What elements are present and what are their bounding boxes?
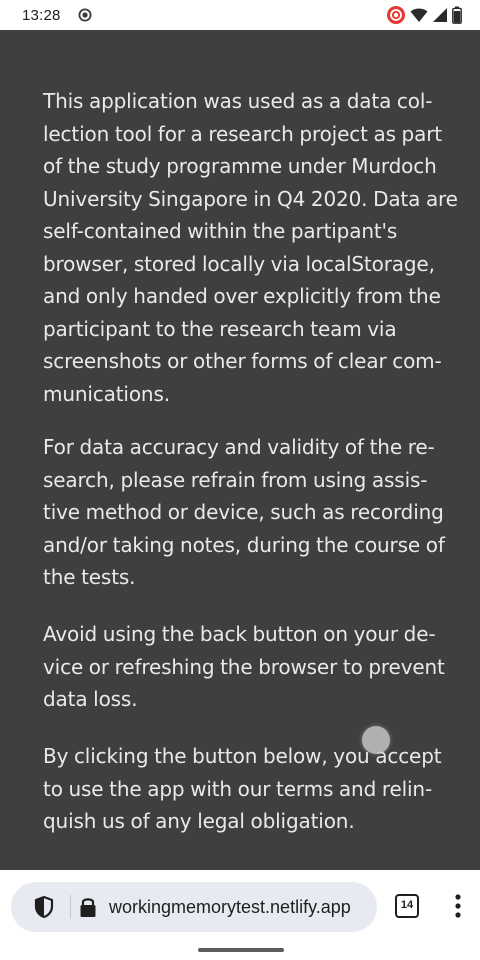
text-line: screenshots or other forms of clear com- xyxy=(43,349,442,373)
text-line: and only handed over explicitly from the xyxy=(43,284,441,308)
text-line: the tests. xyxy=(43,565,136,589)
text-line: lection tool for a research project as p… xyxy=(43,121,442,146)
back-button-paragraph: Avoid using the back button on your de-v… xyxy=(43,618,445,716)
text-line: and/or taking notes, during the course o… xyxy=(43,532,445,557)
text-line: self-contained within the partipant's xyxy=(43,219,398,243)
gesture-handle[interactable] xyxy=(198,948,284,952)
text-line: of the study programme under Murdoch xyxy=(43,154,437,178)
battery-icon xyxy=(452,6,462,24)
lock-icon[interactable] xyxy=(77,895,99,919)
text-line: browser, stored locally via localStorage… xyxy=(43,251,435,276)
signal-icon xyxy=(432,7,448,23)
intro-paragraph: This application was used as a data col-… xyxy=(43,85,458,410)
terms-paragraph: By clicking the button below, you accept… xyxy=(43,740,442,838)
accuracy-paragraph: For data accuracy and validity of the re… xyxy=(43,431,445,594)
system-nav-bar xyxy=(0,944,480,960)
address-bar[interactable]: workingmemorytest.netlify.app xyxy=(11,882,377,932)
touch-indicator xyxy=(362,726,390,754)
text-line: vice or refreshing the browser to preven… xyxy=(43,654,445,679)
text-line: University Singapore in Q4 2020. Data ar… xyxy=(43,186,458,211)
more-vert-icon[interactable] xyxy=(448,892,468,920)
text-line: For data accuracy and validity of the re… xyxy=(43,435,435,459)
text-line: data loss. xyxy=(43,687,138,711)
text-line: Avoid using the back button on your de- xyxy=(43,622,436,646)
text-line: tive method or device, such as recording xyxy=(43,500,444,524)
screen-record-icon xyxy=(78,8,92,22)
url-text[interactable]: workingmemorytest.netlify.app xyxy=(109,895,351,919)
status-time: 13:28 xyxy=(22,7,61,24)
text-line: This application was used as a data col- xyxy=(43,89,433,113)
shield-icon[interactable] xyxy=(31,894,57,920)
wifi-icon xyxy=(410,7,428,23)
browser-toolbar: workingmemorytest.netlify.app 14 xyxy=(0,870,480,944)
text-line: quish us of any legal obligation. xyxy=(43,809,355,833)
status-icons xyxy=(386,6,462,24)
address-bar-divider xyxy=(70,895,71,919)
status-bar: 13:28 xyxy=(0,0,480,30)
text-line: munications. xyxy=(43,381,170,406)
web-page-content: This application was used as a data col-… xyxy=(0,30,480,870)
recording-indicator-icon xyxy=(386,5,406,25)
text-line: participant to the research team via xyxy=(43,316,397,341)
text-line: search, please refrain from using assis- xyxy=(43,467,428,492)
tab-switcher-button[interactable]: 14 xyxy=(395,894,419,918)
tab-count: 14 xyxy=(400,899,414,911)
text-line: to use the app with our terms and relin- xyxy=(43,776,433,801)
